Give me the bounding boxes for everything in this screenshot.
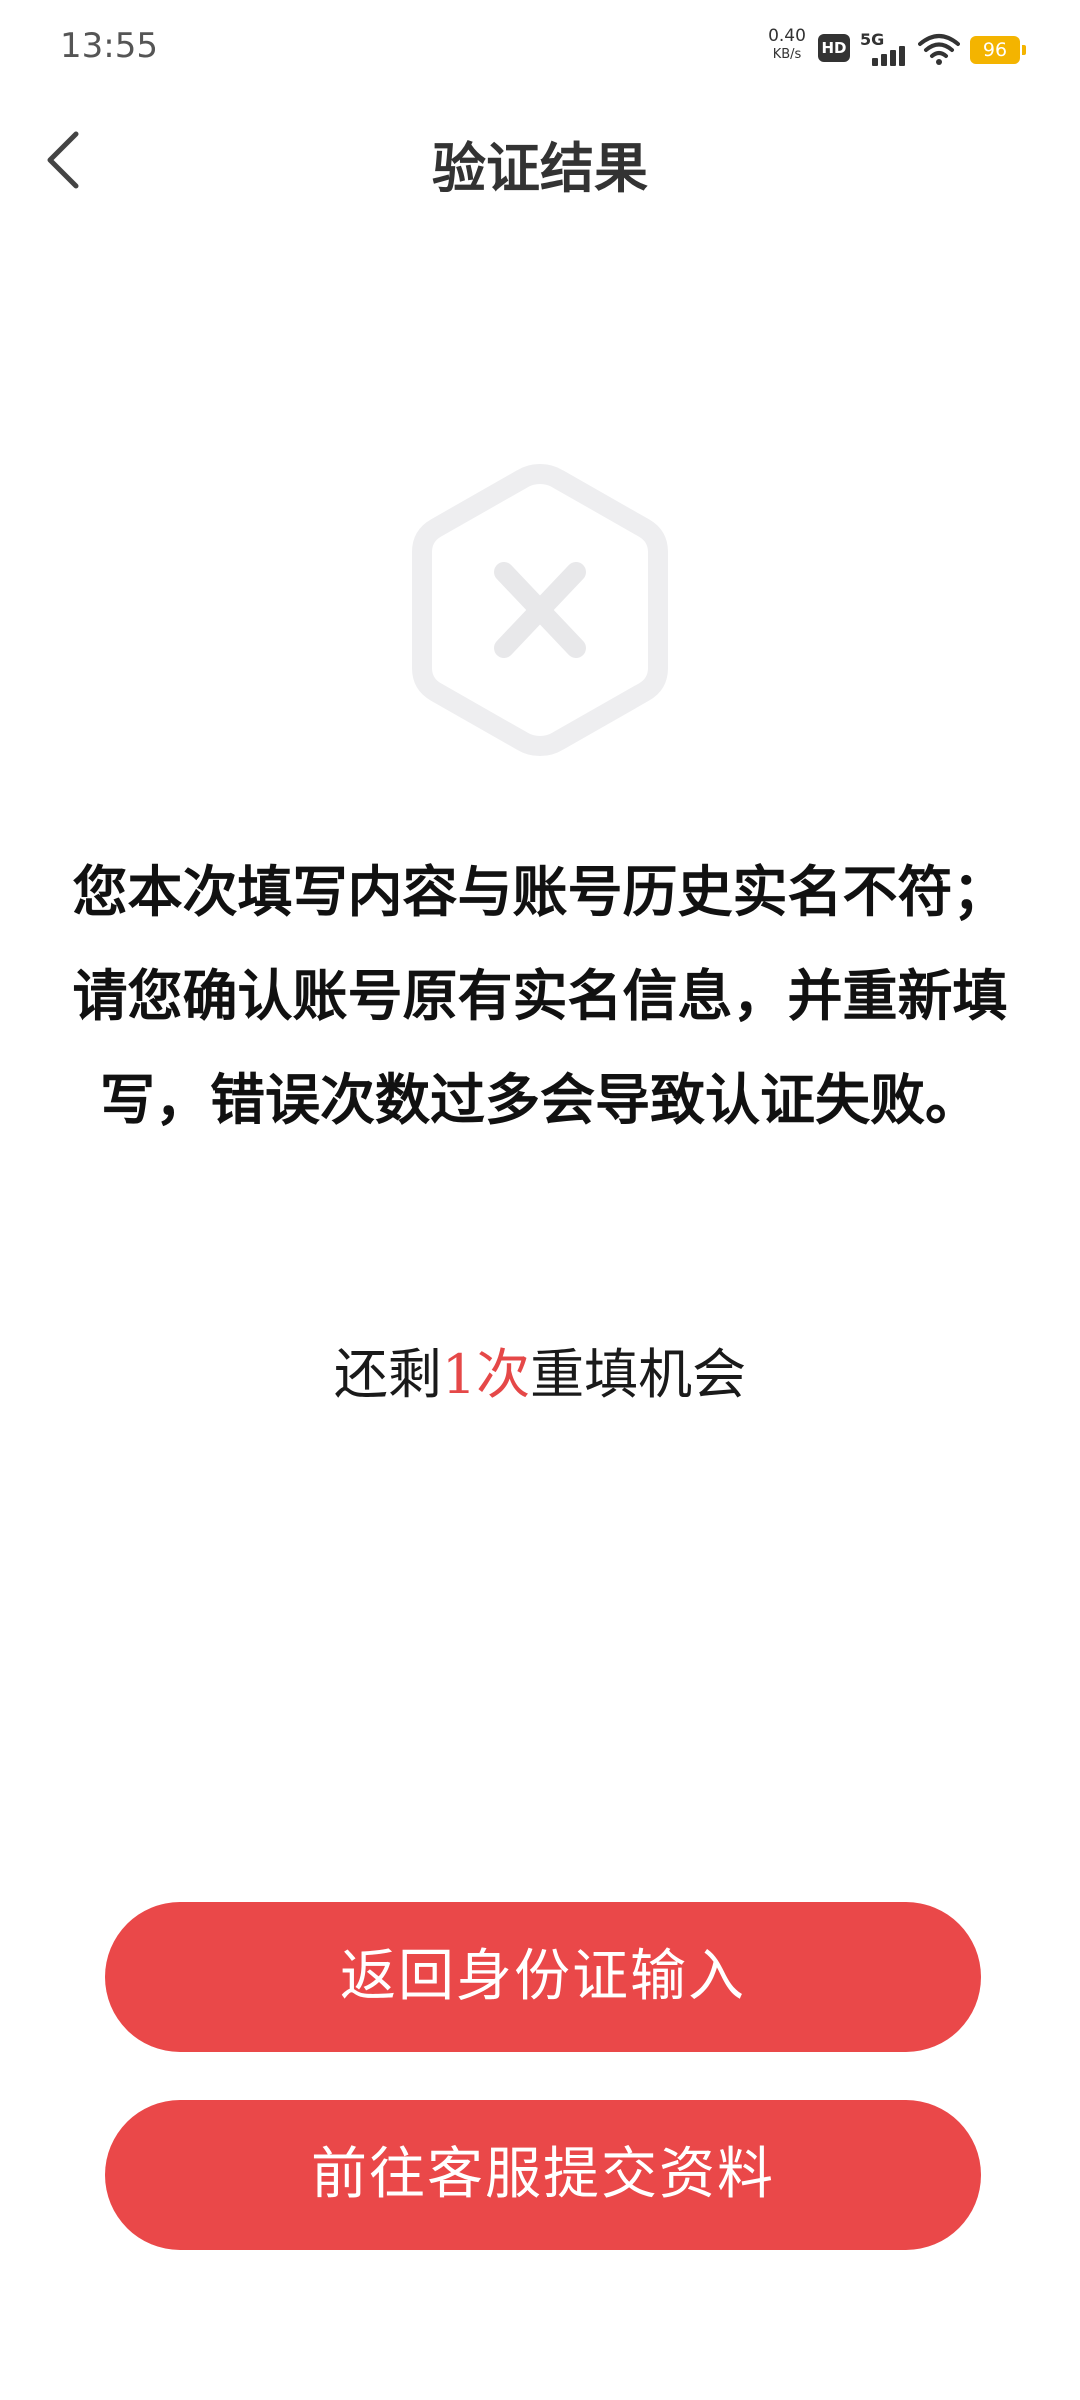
header: 验证结果 bbox=[0, 100, 1080, 220]
retry-remaining-text: 还剩1次重填机会 bbox=[0, 1330, 1080, 1409]
network-speed-unit: KB/s bbox=[772, 47, 802, 62]
wifi-icon bbox=[918, 34, 960, 65]
hd-icon: HD bbox=[818, 34, 850, 62]
battery-icon: 96 bbox=[970, 36, 1026, 64]
retry-prefix: 还剩 bbox=[333, 1343, 442, 1406]
contact-service-button[interactable]: 前往客服提交资料 bbox=[105, 2100, 981, 2250]
network-speed: 0.40 KB/s bbox=[762, 26, 812, 62]
retry-count: 1次 bbox=[441, 1343, 531, 1406]
back-to-id-input-button[interactable]: 返回身份证输入 bbox=[105, 1902, 981, 2052]
page-title: 验证结果 bbox=[432, 136, 648, 200]
hexagon-x-icon bbox=[412, 464, 668, 756]
status-time: 13:55 bbox=[60, 26, 158, 66]
error-message: 您本次填写内容与账号历史实名不符；请您确认账号原有实名信息，并重新填写，错误次数… bbox=[72, 859, 1008, 1132]
cellular-signal-icon: 5G bbox=[860, 30, 908, 66]
retry-suffix: 重填机会 bbox=[530, 1343, 747, 1406]
network-type-label: 5G bbox=[860, 30, 885, 49]
status-bar: 13:55 0.40 KB/s HD 5G 96 bbox=[0, 0, 1080, 100]
network-speed-value: 0.40 bbox=[768, 26, 806, 46]
